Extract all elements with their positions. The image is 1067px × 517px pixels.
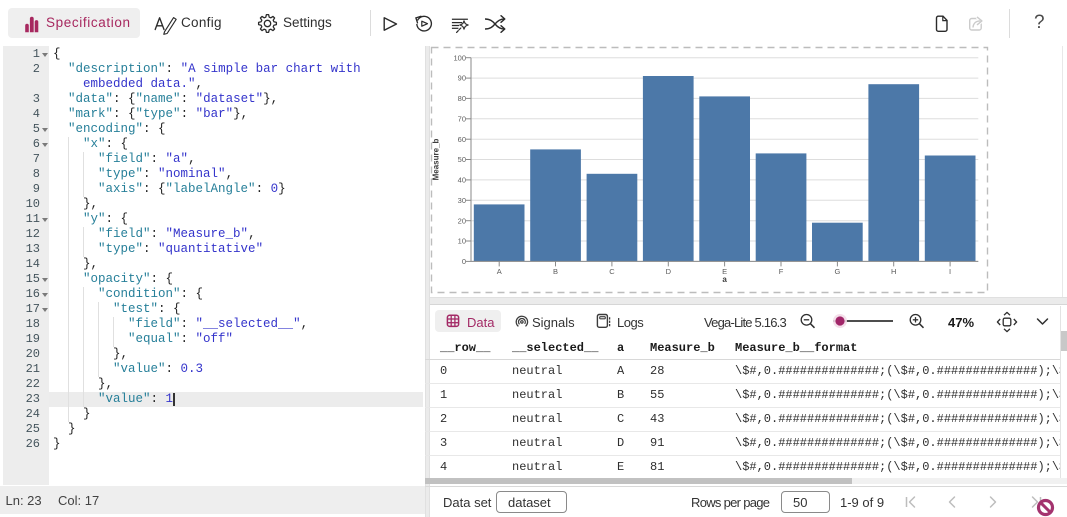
- svg-text:20: 20: [458, 216, 466, 225]
- svg-text:a: a: [722, 275, 727, 284]
- svg-text:10: 10: [458, 237, 466, 246]
- svg-text:70: 70: [458, 114, 466, 123]
- svg-text:60: 60: [458, 135, 466, 144]
- svg-text:A: A: [497, 267, 502, 276]
- svg-text:I: I: [949, 267, 951, 276]
- svg-text:C: C: [609, 267, 615, 276]
- svg-text:B: B: [553, 267, 558, 276]
- svg-text:H: H: [891, 267, 896, 276]
- svg-text:D: D: [666, 267, 672, 276]
- svg-text:0: 0: [462, 257, 466, 266]
- svg-text:90: 90: [458, 74, 466, 83]
- svg-text:G: G: [834, 267, 840, 276]
- svg-text:50: 50: [458, 155, 466, 164]
- svg-text:40: 40: [458, 176, 466, 185]
- svg-text:100: 100: [453, 53, 466, 62]
- svg-text:Measure_b: Measure_b: [432, 138, 441, 180]
- svg-text:30: 30: [458, 196, 466, 205]
- svg-text:80: 80: [458, 94, 466, 103]
- svg-text:F: F: [779, 267, 784, 276]
